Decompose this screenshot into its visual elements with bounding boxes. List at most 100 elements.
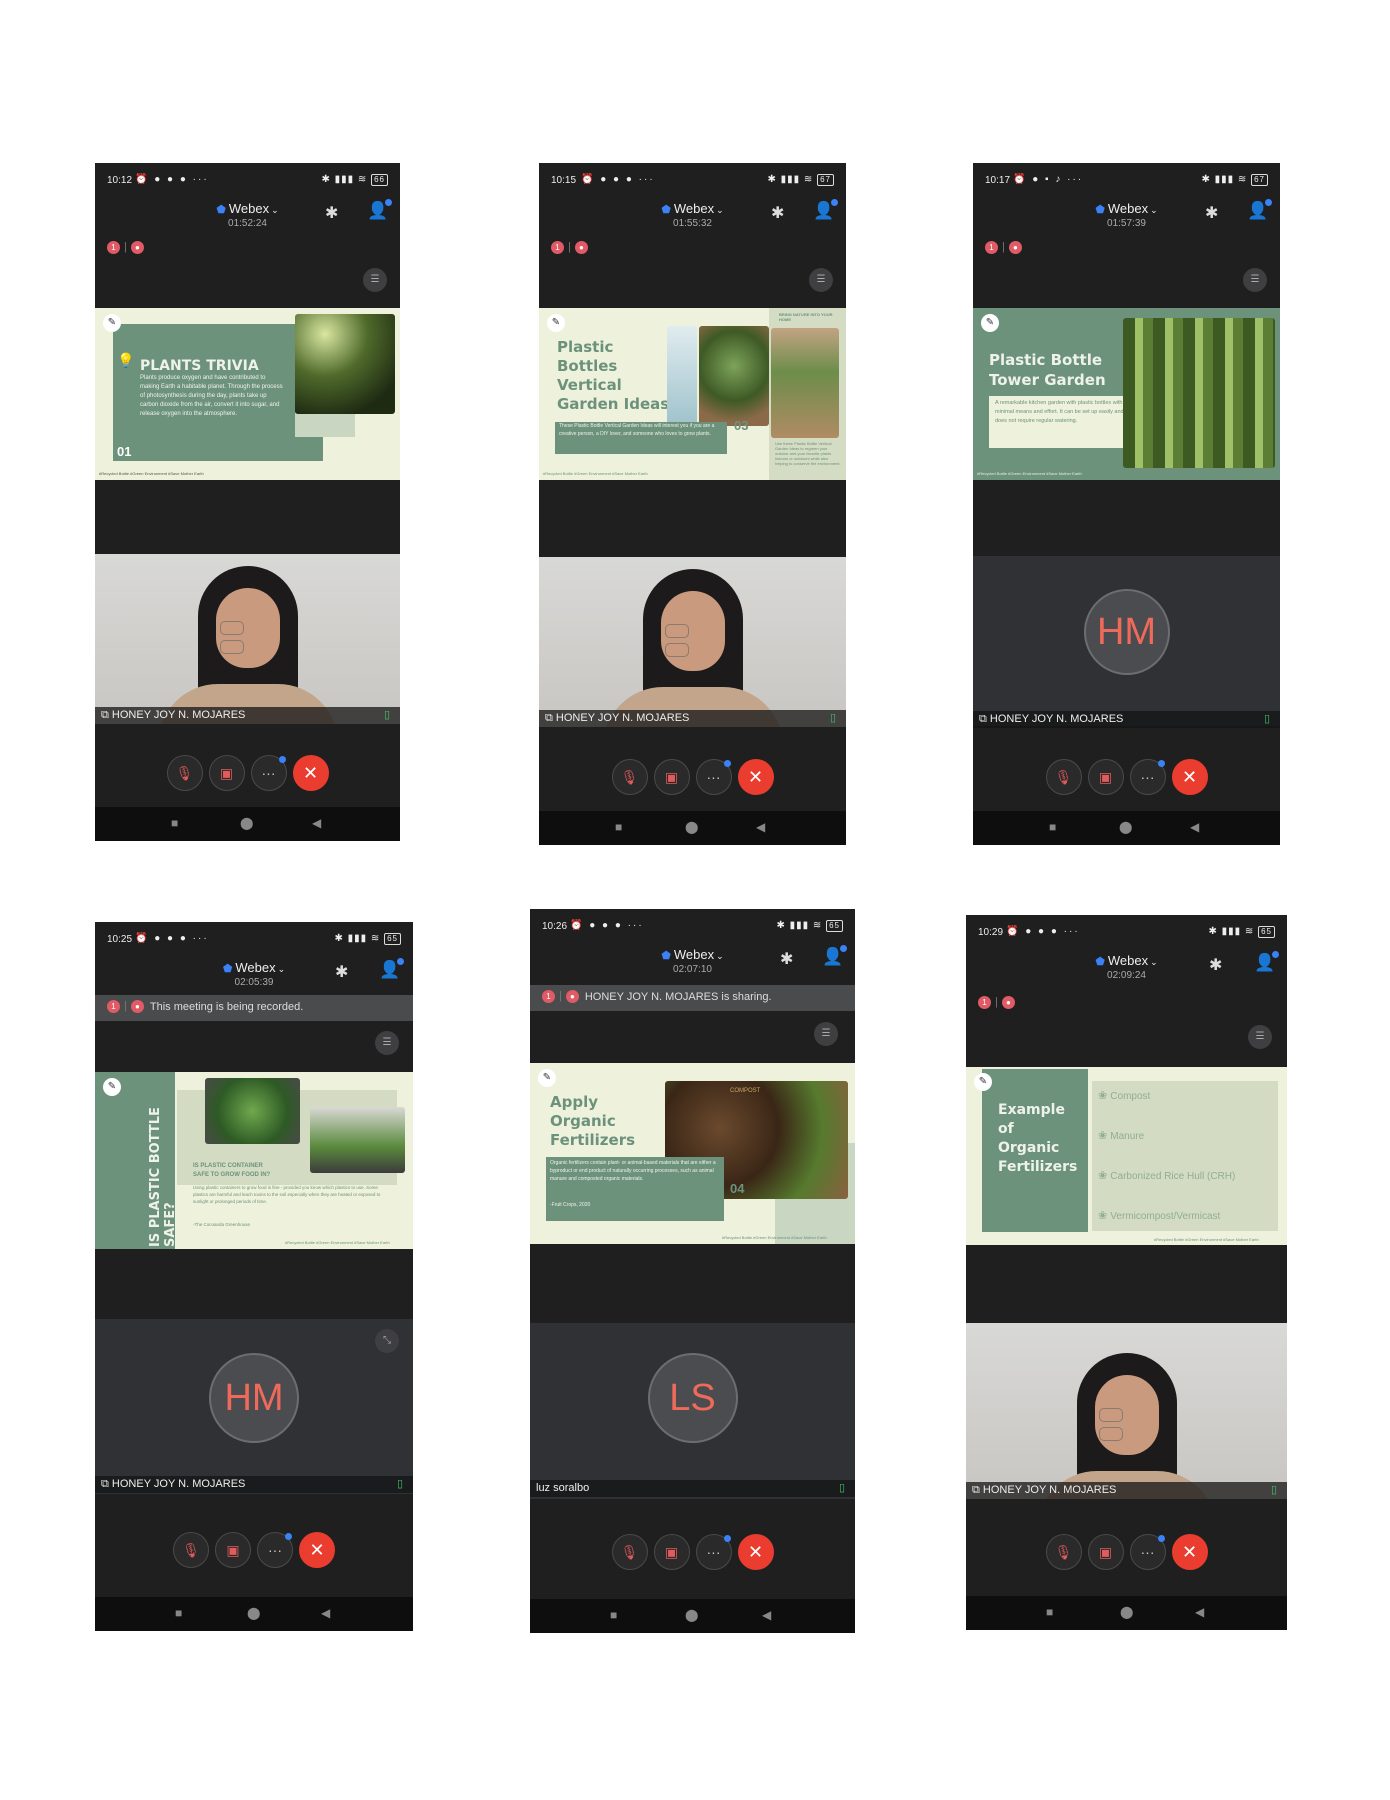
recording-count-badge: 1 xyxy=(107,1000,120,1013)
slide-body: Organic fertilizers contain plant- or an… xyxy=(550,1160,716,1182)
participants-icon[interactable]: 👤 xyxy=(1254,951,1280,973)
mute-button[interactable]: 🎙 xyxy=(611,759,648,795)
participant-video[interactable]: ⧉ HONEY JOY N. MOJARES ▯ xyxy=(966,1323,1287,1499)
end-call-button[interactable]: ✕ xyxy=(299,1532,335,1568)
mute-button[interactable]: 🎙 xyxy=(166,755,203,791)
home-button[interactable]: ⬤ xyxy=(1120,1605,1133,1619)
annotate-icon[interactable]: ✎ xyxy=(981,314,999,332)
recents-button[interactable]: ■ xyxy=(1046,1605,1053,1619)
end-call-button[interactable]: ✕ xyxy=(737,1534,774,1570)
system-icons: ✱ ▮▮▮ ≋ 65 xyxy=(334,933,401,945)
layout-button[interactable]: ☰ xyxy=(375,1031,399,1055)
end-call-button[interactable]: ✕ xyxy=(1171,759,1208,795)
more-options-button[interactable]: ··· xyxy=(695,1534,732,1570)
home-button[interactable]: ⬤ xyxy=(240,816,253,830)
bottle-tower-photo xyxy=(1123,318,1275,468)
share-icon: ⧉ xyxy=(101,1478,112,1490)
more-options-button[interactable]: ··· xyxy=(1129,759,1166,795)
end-call-button[interactable]: ✕ xyxy=(1171,1534,1208,1570)
app-switcher[interactable]: ⬟ Webex ⌄ xyxy=(539,201,846,216)
video-off-button[interactable]: ▣ xyxy=(653,1534,690,1570)
annotate-icon[interactable]: ✎ xyxy=(103,314,121,332)
notification-icons: ⏰ ● ● ● ··· xyxy=(1006,926,1080,937)
android-nav-bar: ■ ⬤ ◀ xyxy=(966,1596,1287,1630)
layout-button[interactable]: ☰ xyxy=(363,268,387,292)
participants-icon[interactable]: 👤 xyxy=(1247,199,1273,221)
minimize-video-icon[interactable]: ⤡ xyxy=(375,1329,399,1353)
battery-icon: 65 xyxy=(384,933,401,945)
layout-button[interactable]: ☰ xyxy=(809,268,833,292)
android-nav-bar: ■ ⬤ ◀ xyxy=(530,1599,855,1633)
annotate-icon[interactable]: ✎ xyxy=(103,1078,121,1096)
bluetooth-icon[interactable]: ✱ xyxy=(1205,203,1218,223)
participants-icon[interactable]: 👤 xyxy=(367,199,393,221)
participants-icon[interactable]: 👤 xyxy=(813,199,839,221)
status-bar: 10:17 ⏰ ● ▪ ♪ ··· ✱ ▮▮▮ ≋ 67 xyxy=(973,163,1280,197)
home-button[interactable]: ⬤ xyxy=(1119,820,1132,834)
app-title: Webex xyxy=(673,947,715,962)
recents-button[interactable]: ■ xyxy=(610,1608,617,1622)
back-button[interactable]: ◀ xyxy=(312,816,321,830)
video-off-button[interactable]: ▣ xyxy=(1087,759,1124,795)
recents-button[interactable]: ■ xyxy=(175,1606,182,1620)
recents-button[interactable]: ■ xyxy=(1049,820,1056,834)
app-switcher[interactable]: ⬟ Webex ⌄ xyxy=(95,960,413,975)
bluetooth-icon[interactable]: ✱ xyxy=(780,949,793,969)
end-call-button[interactable]: ✕ xyxy=(737,759,774,795)
recents-button[interactable]: ■ xyxy=(615,820,622,834)
participant-video[interactable]: ⧉ HONEY JOY N. MOJARES ▯ xyxy=(539,557,846,727)
home-button[interactable]: ⬤ xyxy=(247,1606,260,1620)
recording-count-badge: 1 xyxy=(978,996,991,1009)
app-switcher[interactable]: ⬟ Webex ⌄ xyxy=(973,201,1280,216)
home-button[interactable]: ⬤ xyxy=(685,1608,698,1622)
slide-title-line: Organic xyxy=(550,1112,616,1130)
video-off-button[interactable]: ▣ xyxy=(1087,1534,1124,1570)
back-button[interactable]: ◀ xyxy=(1195,1605,1204,1619)
app-switcher[interactable]: ⬟ Webex ⌄ xyxy=(530,947,855,962)
mute-button[interactable]: 🎙 xyxy=(1045,1534,1082,1570)
battery-icon: 65 xyxy=(1258,926,1275,938)
slide-hashtags: #Recycled Bottle #Green Environment #Sav… xyxy=(1154,1237,1259,1242)
more-options-button[interactable]: ··· xyxy=(250,755,287,791)
end-call-button[interactable]: ✕ xyxy=(292,755,329,791)
layout-button[interactable]: ☰ xyxy=(1243,268,1267,292)
app-switcher[interactable]: ⬟ Webex ⌄ xyxy=(966,953,1287,968)
video-off-button[interactable]: ▣ xyxy=(653,759,690,795)
annotate-icon[interactable]: ✎ xyxy=(538,1069,556,1087)
bluetooth-icon[interactable]: ✱ xyxy=(325,203,338,223)
video-off-button[interactable]: ▣ xyxy=(208,755,245,791)
back-button[interactable]: ◀ xyxy=(756,820,765,834)
app-switcher[interactable]: ⬟ Webex ⌄ xyxy=(95,201,400,216)
home-button[interactable]: ⬤ xyxy=(685,820,698,834)
more-options-button[interactable]: ··· xyxy=(1129,1534,1166,1570)
layout-button[interactable]: ☰ xyxy=(1248,1025,1272,1049)
participant-video[interactable]: ⧉ HONEY JOY N. MOJARES ▯ xyxy=(95,554,400,724)
annotate-icon[interactable]: ✎ xyxy=(974,1073,992,1091)
participants-icon[interactable]: 👤 xyxy=(822,945,848,967)
mute-button[interactable]: 🎙 xyxy=(173,1532,209,1568)
participant-video[interactable]: LS luz soralbo ▯ xyxy=(530,1323,855,1499)
participant-video[interactable]: ⤡ HM ⧉ HONEY JOY N. MOJARES ▯ xyxy=(95,1319,413,1494)
back-button[interactable]: ◀ xyxy=(1190,820,1199,834)
layout-button[interactable]: ☰ xyxy=(814,1022,838,1046)
share-icon: ⧉ xyxy=(972,1484,983,1496)
mute-button[interactable]: 🎙 xyxy=(611,1534,648,1570)
bluetooth-icon[interactable]: ✱ xyxy=(1209,955,1222,975)
participants-icon[interactable]: 👤 xyxy=(379,958,405,980)
list-item-label: Compost xyxy=(1110,1091,1151,1102)
android-nav-bar: ■ ⬤ ◀ xyxy=(539,811,846,845)
back-button[interactable]: ◀ xyxy=(762,1608,771,1622)
video-off-button[interactable]: ▣ xyxy=(215,1532,251,1568)
participant-video[interactable]: HM ⧉ HONEY JOY N. MOJARES ▯ xyxy=(973,556,1280,728)
more-options-button[interactable]: ··· xyxy=(257,1532,293,1568)
mute-button[interactable]: 🎙 xyxy=(1045,759,1082,795)
bluetooth-icon[interactable]: ✱ xyxy=(335,962,348,982)
recents-button[interactable]: ■ xyxy=(171,816,178,830)
list-item-label: Vermicompost/Vermicast xyxy=(1110,1211,1221,1222)
back-button[interactable]: ◀ xyxy=(321,1606,330,1620)
bluetooth-icon[interactable]: ✱ xyxy=(771,203,784,223)
participant-name: HONEY JOY N. MOJARES xyxy=(111,709,246,721)
more-options-button[interactable]: ··· xyxy=(695,759,732,795)
shared-slide: ✎ BRING NATURE INTO YOUR HOME Plastic Bo… xyxy=(539,308,846,480)
annotate-icon[interactable]: ✎ xyxy=(547,314,565,332)
